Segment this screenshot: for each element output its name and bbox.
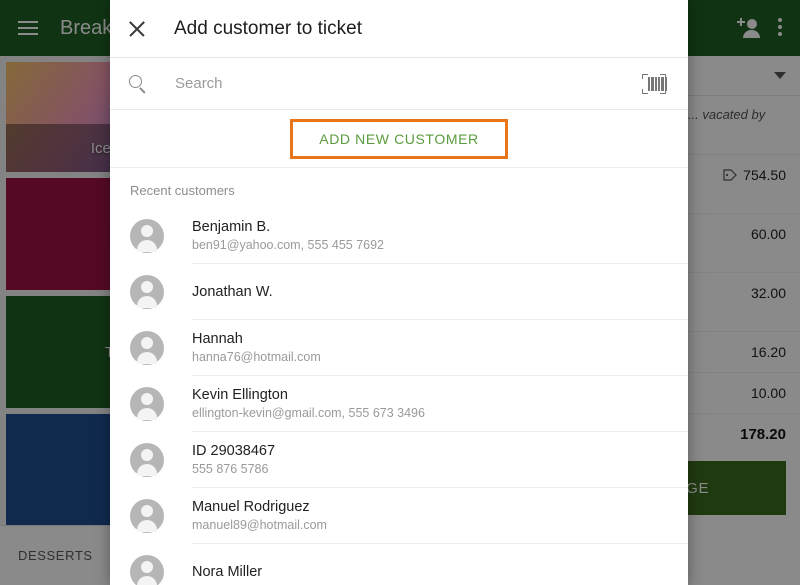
list-item[interactable]: Hannah hanna76@hotmail.com bbox=[110, 320, 688, 376]
screen: Breakfast Ice cream with straw... Fresh … bbox=[0, 0, 800, 585]
add-customer-dialog: Add customer to ticket ADD NEW CUSTOMER … bbox=[110, 0, 688, 585]
list-item[interactable]: Benjamin B. ben91@yahoo.com, 555 455 769… bbox=[110, 208, 688, 264]
close-icon[interactable] bbox=[128, 20, 146, 38]
customer-contact: ben91@yahoo.com, 555 455 7692 bbox=[192, 237, 688, 254]
customer-name: Benjamin B. bbox=[192, 218, 688, 236]
customer-name: Nora Miller bbox=[192, 563, 688, 581]
avatar bbox=[130, 387, 164, 421]
list-item[interactable]: Jonathan W. bbox=[110, 264, 688, 320]
customer-name: ID 29038467 bbox=[192, 442, 688, 460]
customer-contact: hanna76@hotmail.com bbox=[192, 349, 688, 366]
avatar bbox=[130, 219, 164, 253]
dialog-title: Add customer to ticket bbox=[174, 18, 362, 40]
avatar bbox=[130, 555, 164, 585]
avatar bbox=[130, 499, 164, 533]
add-new-customer-row: ADD NEW CUSTOMER bbox=[110, 110, 688, 168]
dialog-header: Add customer to ticket bbox=[110, 0, 688, 58]
avatar bbox=[130, 443, 164, 477]
add-new-customer-button[interactable]: ADD NEW CUSTOMER bbox=[290, 119, 507, 159]
search-row bbox=[110, 58, 688, 110]
avatar bbox=[130, 275, 164, 309]
customer-contact: manuel89@hotmail.com bbox=[192, 517, 688, 534]
barcode-scan-icon[interactable] bbox=[642, 74, 666, 94]
customer-contact: 555 876 5786 bbox=[192, 461, 688, 478]
list-item[interactable]: Kevin Ellington ellington-kevin@gmail.co… bbox=[110, 376, 688, 432]
search-icon[interactable] bbox=[129, 75, 147, 93]
list-item[interactable]: Nora Miller bbox=[110, 544, 688, 585]
customer-name: Hannah bbox=[192, 330, 688, 348]
search-input[interactable] bbox=[175, 75, 642, 92]
customer-contact: ellington-kevin@gmail.com, 555 673 3496 bbox=[192, 405, 688, 422]
avatar bbox=[130, 331, 164, 365]
customer-name: Jonathan W. bbox=[192, 283, 688, 301]
list-item[interactable]: ID 29038467 555 876 5786 bbox=[110, 432, 688, 488]
list-header: Recent customers bbox=[110, 168, 688, 208]
customer-name: Manuel Rodriguez bbox=[192, 498, 688, 516]
customer-name: Kevin Ellington bbox=[192, 386, 688, 404]
list-item[interactable]: Manuel Rodriguez manuel89@hotmail.com bbox=[110, 488, 688, 544]
recent-customers-list[interactable]: Recent customers Benjamin B. ben91@yahoo… bbox=[110, 168, 688, 585]
